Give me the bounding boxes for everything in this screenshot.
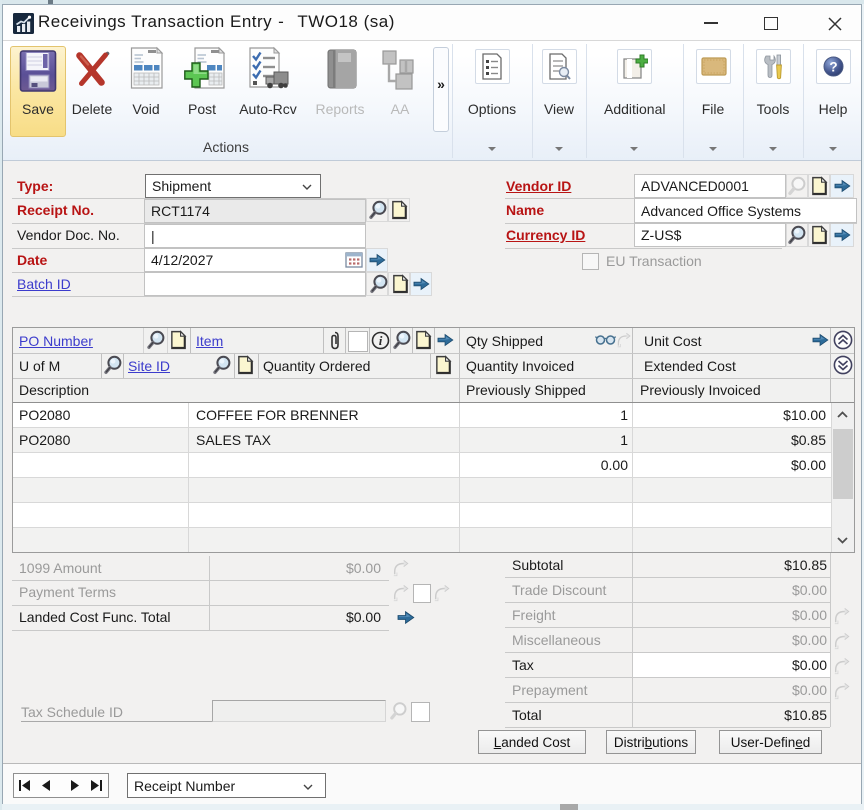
svg-text:?: ? (829, 60, 837, 75)
svg-text:i: i (379, 333, 383, 348)
